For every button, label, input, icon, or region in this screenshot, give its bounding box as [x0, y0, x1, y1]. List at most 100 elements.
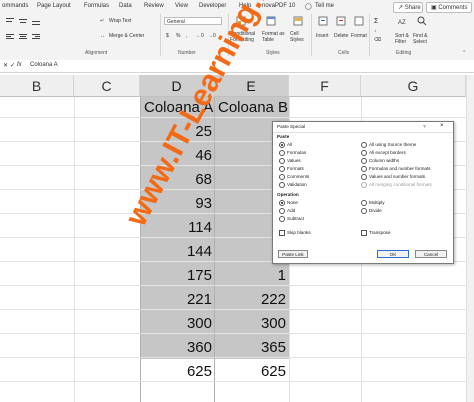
tab-formulas[interactable]: Formulas [84, 3, 109, 9]
tab-developer[interactable]: Developer [199, 3, 226, 9]
radio-merging-conditional[interactable] [361, 182, 367, 188]
delete-button[interactable]: Delete [334, 33, 348, 39]
insert-button[interactable]: Insert [316, 33, 329, 39]
radio-formulas[interactable] [279, 150, 285, 156]
radio-subtract[interactable] [279, 216, 285, 222]
radio-comments[interactable] [279, 174, 285, 180]
collapse-ribbon-icon[interactable]: ⌃ [462, 50, 466, 56]
help-button[interactable]: ? [423, 124, 426, 129]
function-icon[interactable]: fx [17, 62, 22, 68]
option-none-label: None [287, 200, 298, 205]
currency-button[interactable]: $ [166, 33, 169, 39]
skip-blanks-checkbox[interactable] [279, 230, 285, 236]
row-gridline [0, 381, 474, 382]
cell-e-value[interactable]: 365 [226, 339, 286, 356]
share-button[interactable]: ↗ Share [393, 2, 423, 13]
cell-d-value[interactable]: 175 [152, 267, 212, 284]
svg-text:AZ: AZ [398, 20, 406, 26]
radio-source-theme[interactable] [361, 142, 367, 148]
increase-decimal-icon[interactable]: ←0 [196, 33, 204, 39]
align-left-icon[interactable] [5, 32, 15, 42]
cell-d-value[interactable]: 114 [152, 219, 212, 236]
wrap-text-button[interactable]: Wrap Text [109, 18, 131, 24]
option-comments-label: Comments [287, 174, 310, 179]
autosum-icon[interactable]: Σ [374, 18, 378, 25]
tab-page-layout[interactable]: Page Layout [37, 3, 71, 9]
format-button[interactable]: Format [351, 33, 367, 39]
insert-cells-icon[interactable] [318, 16, 328, 26]
fill-icon[interactable]: ↓ [374, 28, 377, 34]
align-bottom-icon[interactable] [31, 16, 41, 26]
radio-except-borders[interactable] [361, 150, 367, 156]
cell-e-value[interactable]: 625 [226, 363, 286, 380]
radio-validation[interactable] [279, 182, 285, 188]
paste-special-dialog: Paste Special ? × Paste All Formulas Val… [272, 121, 454, 264]
align-top-icon[interactable] [5, 16, 15, 26]
radio-values[interactable] [279, 158, 285, 164]
tell-me-search[interactable]: Tell me [315, 3, 334, 9]
tab-data[interactable]: Data [119, 3, 132, 9]
formula-input[interactable]: Coloana A [30, 62, 58, 68]
cell-d-value[interactable]: 360 [152, 339, 212, 356]
cell-d-value[interactable]: 144 [152, 243, 212, 260]
cell-d-value[interactable]: 625 [152, 363, 212, 380]
sort-filter-button[interactable]: Sort & Filter [395, 33, 411, 45]
cell-d-value[interactable]: 221 [152, 291, 212, 308]
cell-e-value[interactable]: 300 [226, 315, 286, 332]
percent-button[interactable]: % [176, 33, 180, 39]
radio-formulas-number-formats[interactable] [361, 166, 367, 172]
find-select-icon[interactable] [417, 16, 427, 26]
delete-cells-icon[interactable] [336, 16, 346, 26]
confirm-entry-icon[interactable]: ✓ [10, 62, 15, 69]
radio-all[interactable] [279, 142, 285, 148]
cell-styles-icon[interactable] [293, 16, 303, 26]
operation-section-label: Operation [277, 192, 299, 197]
column-header-c[interactable]: C [74, 75, 140, 97]
option-divide-label: Divide [369, 208, 382, 213]
align-right-icon[interactable] [31, 32, 41, 42]
tab-view[interactable]: View [175, 3, 188, 9]
cell-e-value[interactable]: 222 [226, 291, 286, 308]
cell-e-value[interactable]: 1 [226, 267, 286, 284]
cell-e-header[interactable]: Coloana B [218, 99, 288, 116]
ribbon-divider [369, 14, 370, 56]
find-select-button[interactable]: Find & Select [413, 33, 429, 45]
cell-styles-button[interactable]: Cell Styles [290, 31, 308, 43]
tab-review[interactable]: Review [144, 3, 164, 9]
align-center-icon[interactable] [18, 32, 28, 42]
transpose-label: Transpose [369, 230, 391, 235]
merge-center-button[interactable]: Merge & Center [109, 33, 144, 39]
clear-icon[interactable]: ⌫ [374, 37, 381, 43]
option-multiply-label: Multiply [369, 200, 385, 205]
ok-button[interactable]: OK [377, 250, 409, 258]
radio-values-number-formats[interactable] [361, 174, 367, 180]
option-values-number-formats-label: Values and number formats [369, 174, 426, 179]
cancel-button[interactable]: Cancel [415, 250, 447, 258]
transpose-checkbox[interactable] [361, 230, 367, 236]
radio-divide[interactable] [361, 208, 367, 214]
column-header-f[interactable]: F [289, 75, 361, 97]
close-button[interactable]: × [440, 123, 444, 129]
radio-multiply[interactable] [361, 200, 367, 206]
radio-formats[interactable] [279, 166, 285, 172]
format-as-table-button[interactable]: Format as Table [262, 31, 288, 43]
cell-d-value[interactable]: 300 [152, 315, 212, 332]
tab-commands[interactable]: ommands [2, 3, 28, 9]
comma-button[interactable]: , [186, 33, 187, 39]
comments-button[interactable]: ▣ Comments [426, 2, 472, 13]
number-format-dropdown[interactable]: General [164, 17, 222, 25]
radio-column-widths[interactable] [361, 158, 367, 164]
column-header-g[interactable]: G [361, 75, 466, 97]
lightbulb-icon: ◯ [305, 4, 312, 10]
column-header-b[interactable]: B [0, 75, 74, 97]
align-middle-icon[interactable] [18, 16, 28, 26]
cancel-entry-icon[interactable]: ✕ [3, 62, 8, 69]
paste-link-button[interactable]: Paste Link [278, 250, 308, 258]
format-table-icon[interactable] [266, 16, 276, 26]
sort-filter-icon[interactable]: AZ [398, 16, 408, 26]
format-cells-icon[interactable] [354, 16, 364, 26]
group-number-label: Number [178, 50, 196, 56]
radio-none[interactable] [279, 200, 285, 206]
vertical-scrollbar[interactable] [466, 75, 474, 402]
radio-add[interactable] [279, 208, 285, 214]
